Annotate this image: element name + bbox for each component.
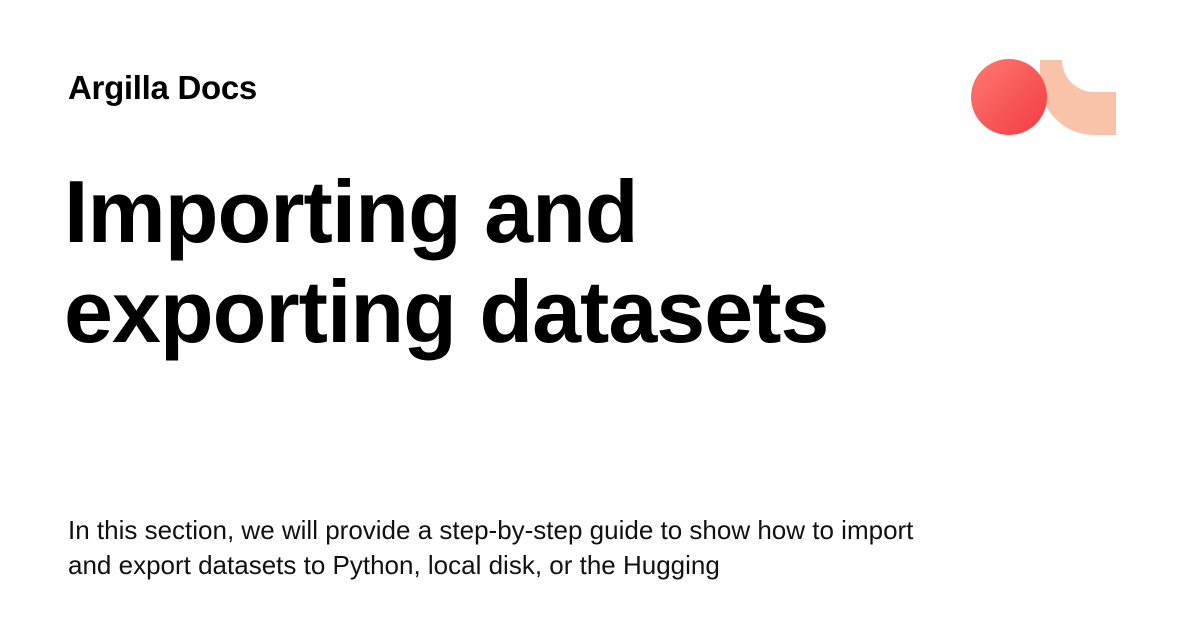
site-name: Argilla Docs (68, 69, 257, 106)
logo-arc (1040, 60, 1116, 135)
page-description: In this section, we will provide a step-… (68, 515, 914, 580)
logo-circle (971, 59, 1047, 135)
social-card: Argilla Docs Importing and exporting dat… (0, 0, 1200, 630)
page-title: Importing and exporting datasets (64, 162, 829, 361)
argilla-logo-icon (970, 58, 1120, 138)
